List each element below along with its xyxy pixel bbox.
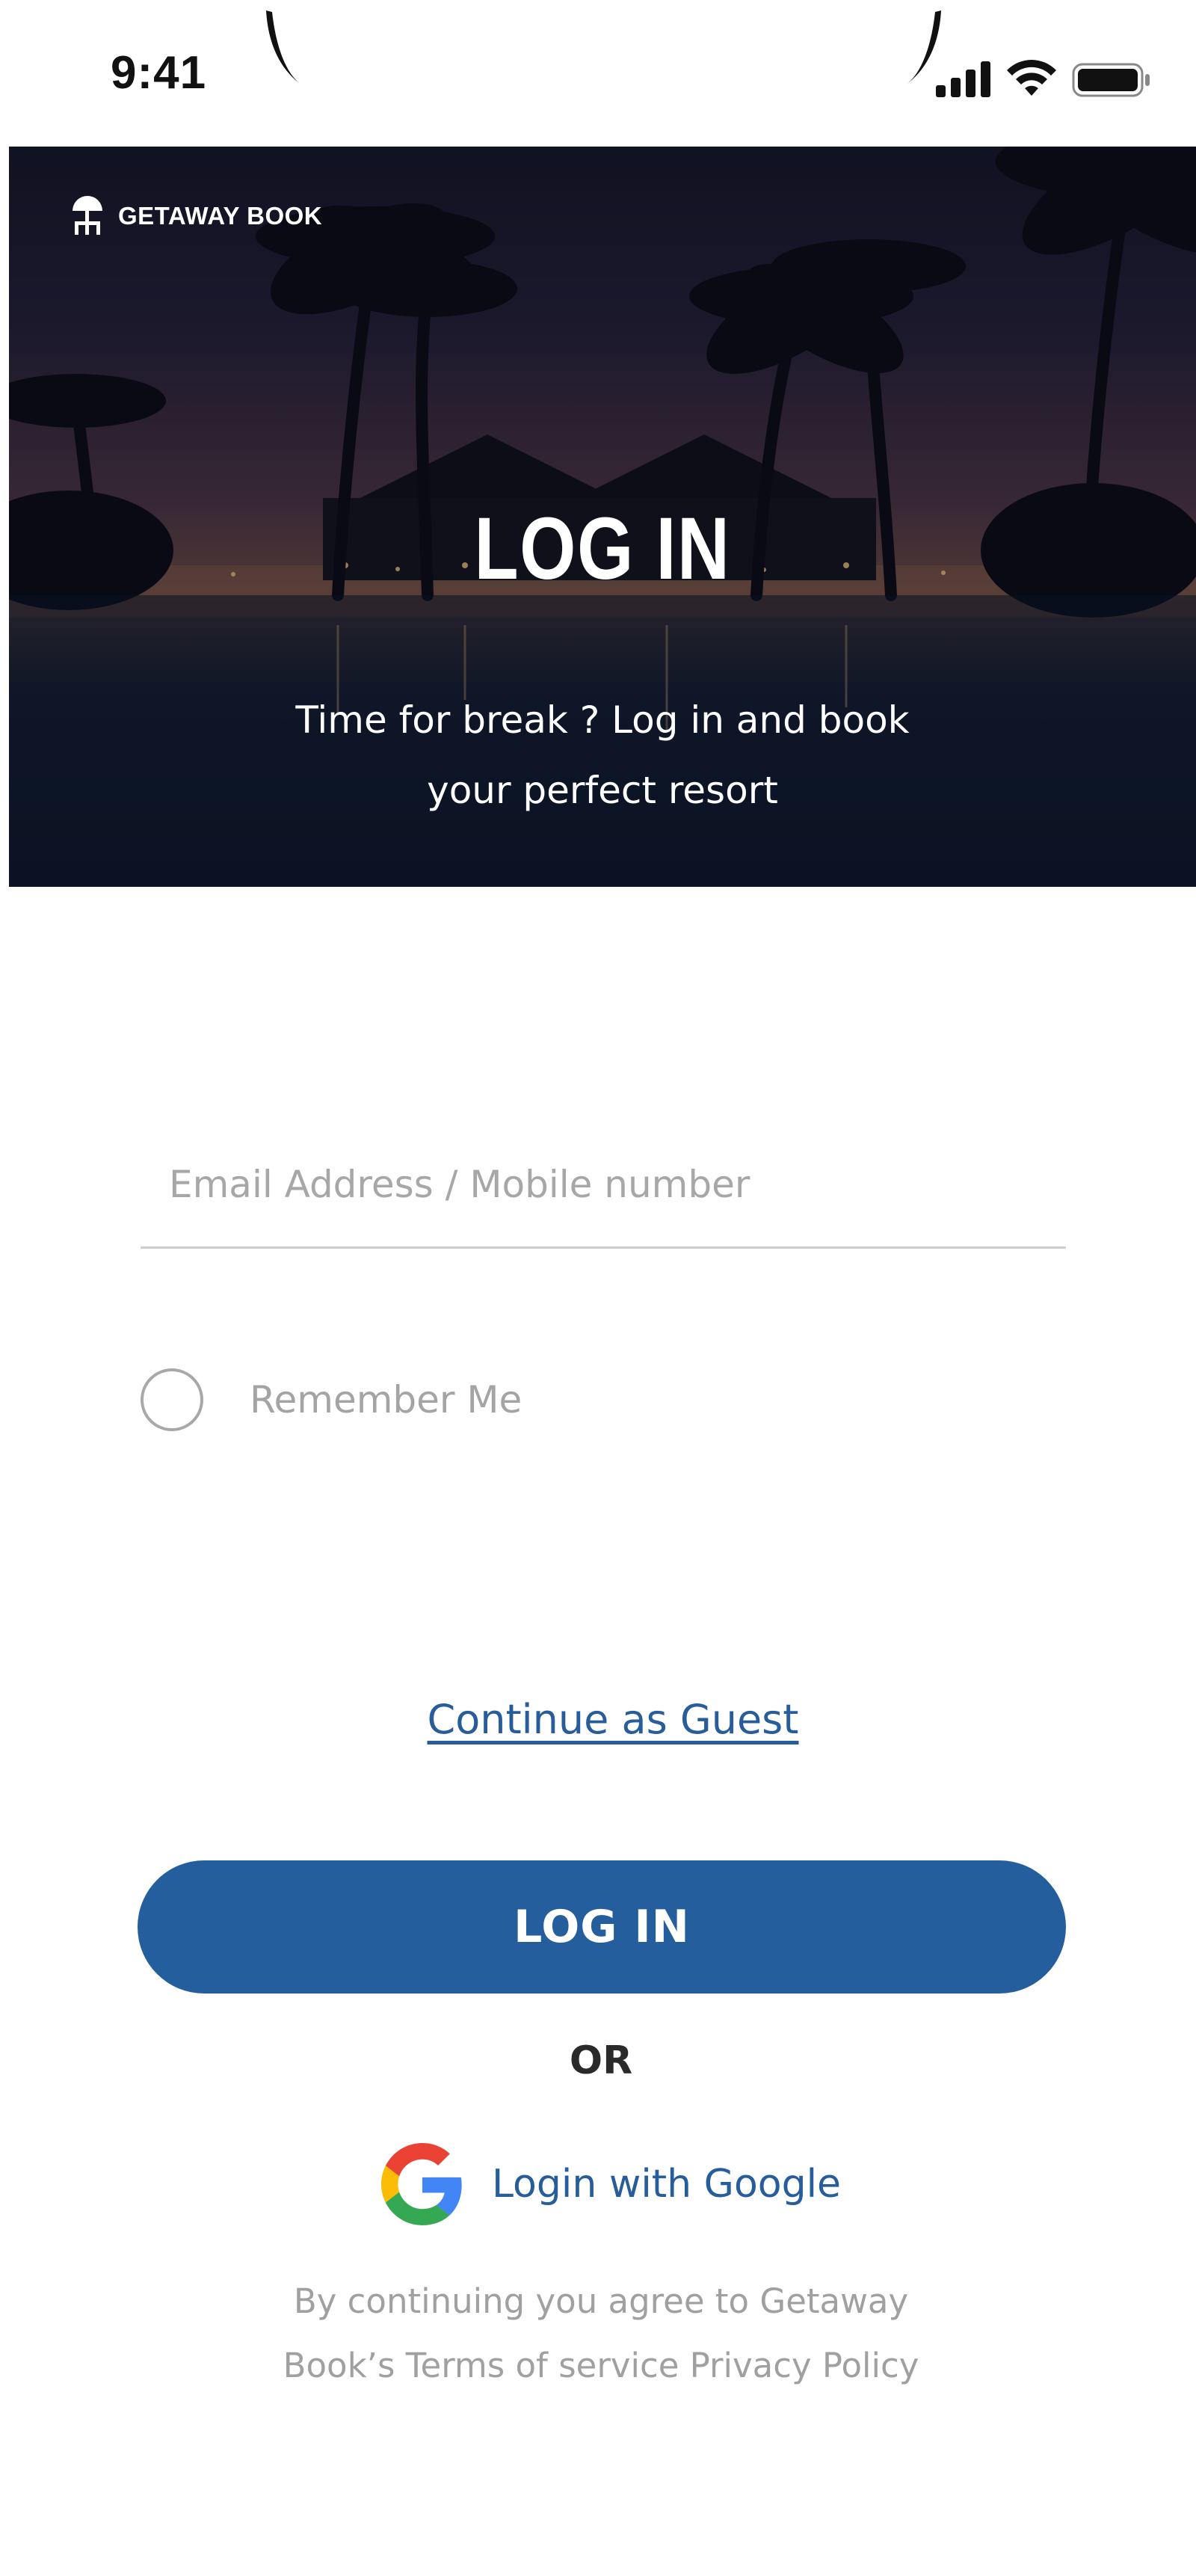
hero-subtitle: Time for break ? Log in and book your pe…: [229, 685, 976, 826]
brand-name: GETAWAY BOOK: [118, 202, 323, 230]
remember-me-option[interactable]: Remember Me: [141, 1368, 522, 1431]
cellular-signal-icon: [936, 61, 990, 97]
login-with-google-button[interactable]: Login with Google: [381, 2143, 841, 2225]
status-bar: 9:41: [0, 0, 1196, 147]
email-mobile-input[interactable]: [141, 1122, 1066, 1249]
remember-me-label: Remember Me: [250, 1378, 523, 1421]
status-time: 9:41: [111, 47, 207, 99]
hero-subtitle-line-2: your perfect resort: [427, 769, 778, 812]
remember-me-radio[interactable]: [141, 1368, 203, 1431]
hero-subtitle-line-1: Time for break ? Log in and book: [295, 698, 910, 742]
page-title: LOG IN: [474, 499, 731, 598]
notch-left-edge: [266, 10, 302, 85]
google-logo-icon: [381, 2143, 462, 2225]
terms-notice: By continuing you agree to Getaway Book’…: [0, 2269, 1196, 2398]
brand: GETAWAY BOOK: [70, 196, 322, 236]
hero-banner: GETAWAY BOOK LOG IN Time for break ? Log…: [9, 147, 1196, 887]
battery-icon: [1072, 63, 1150, 97]
terms-line-1: By continuing you agree to Getaway: [293, 2281, 909, 2321]
wifi-icon: [1007, 60, 1056, 96]
continue-as-guest-link[interactable]: Continue as Guest: [0, 1696, 1196, 1743]
login-with-google-label: Login with Google: [492, 2162, 842, 2207]
or-divider: OR: [569, 2038, 633, 2083]
login-button[interactable]: LOG IN: [138, 1860, 1066, 1994]
terms-line-2: Book’s Terms of service Privacy Policy: [283, 2346, 919, 2385]
beach-umbrella-icon: [73, 196, 102, 235]
